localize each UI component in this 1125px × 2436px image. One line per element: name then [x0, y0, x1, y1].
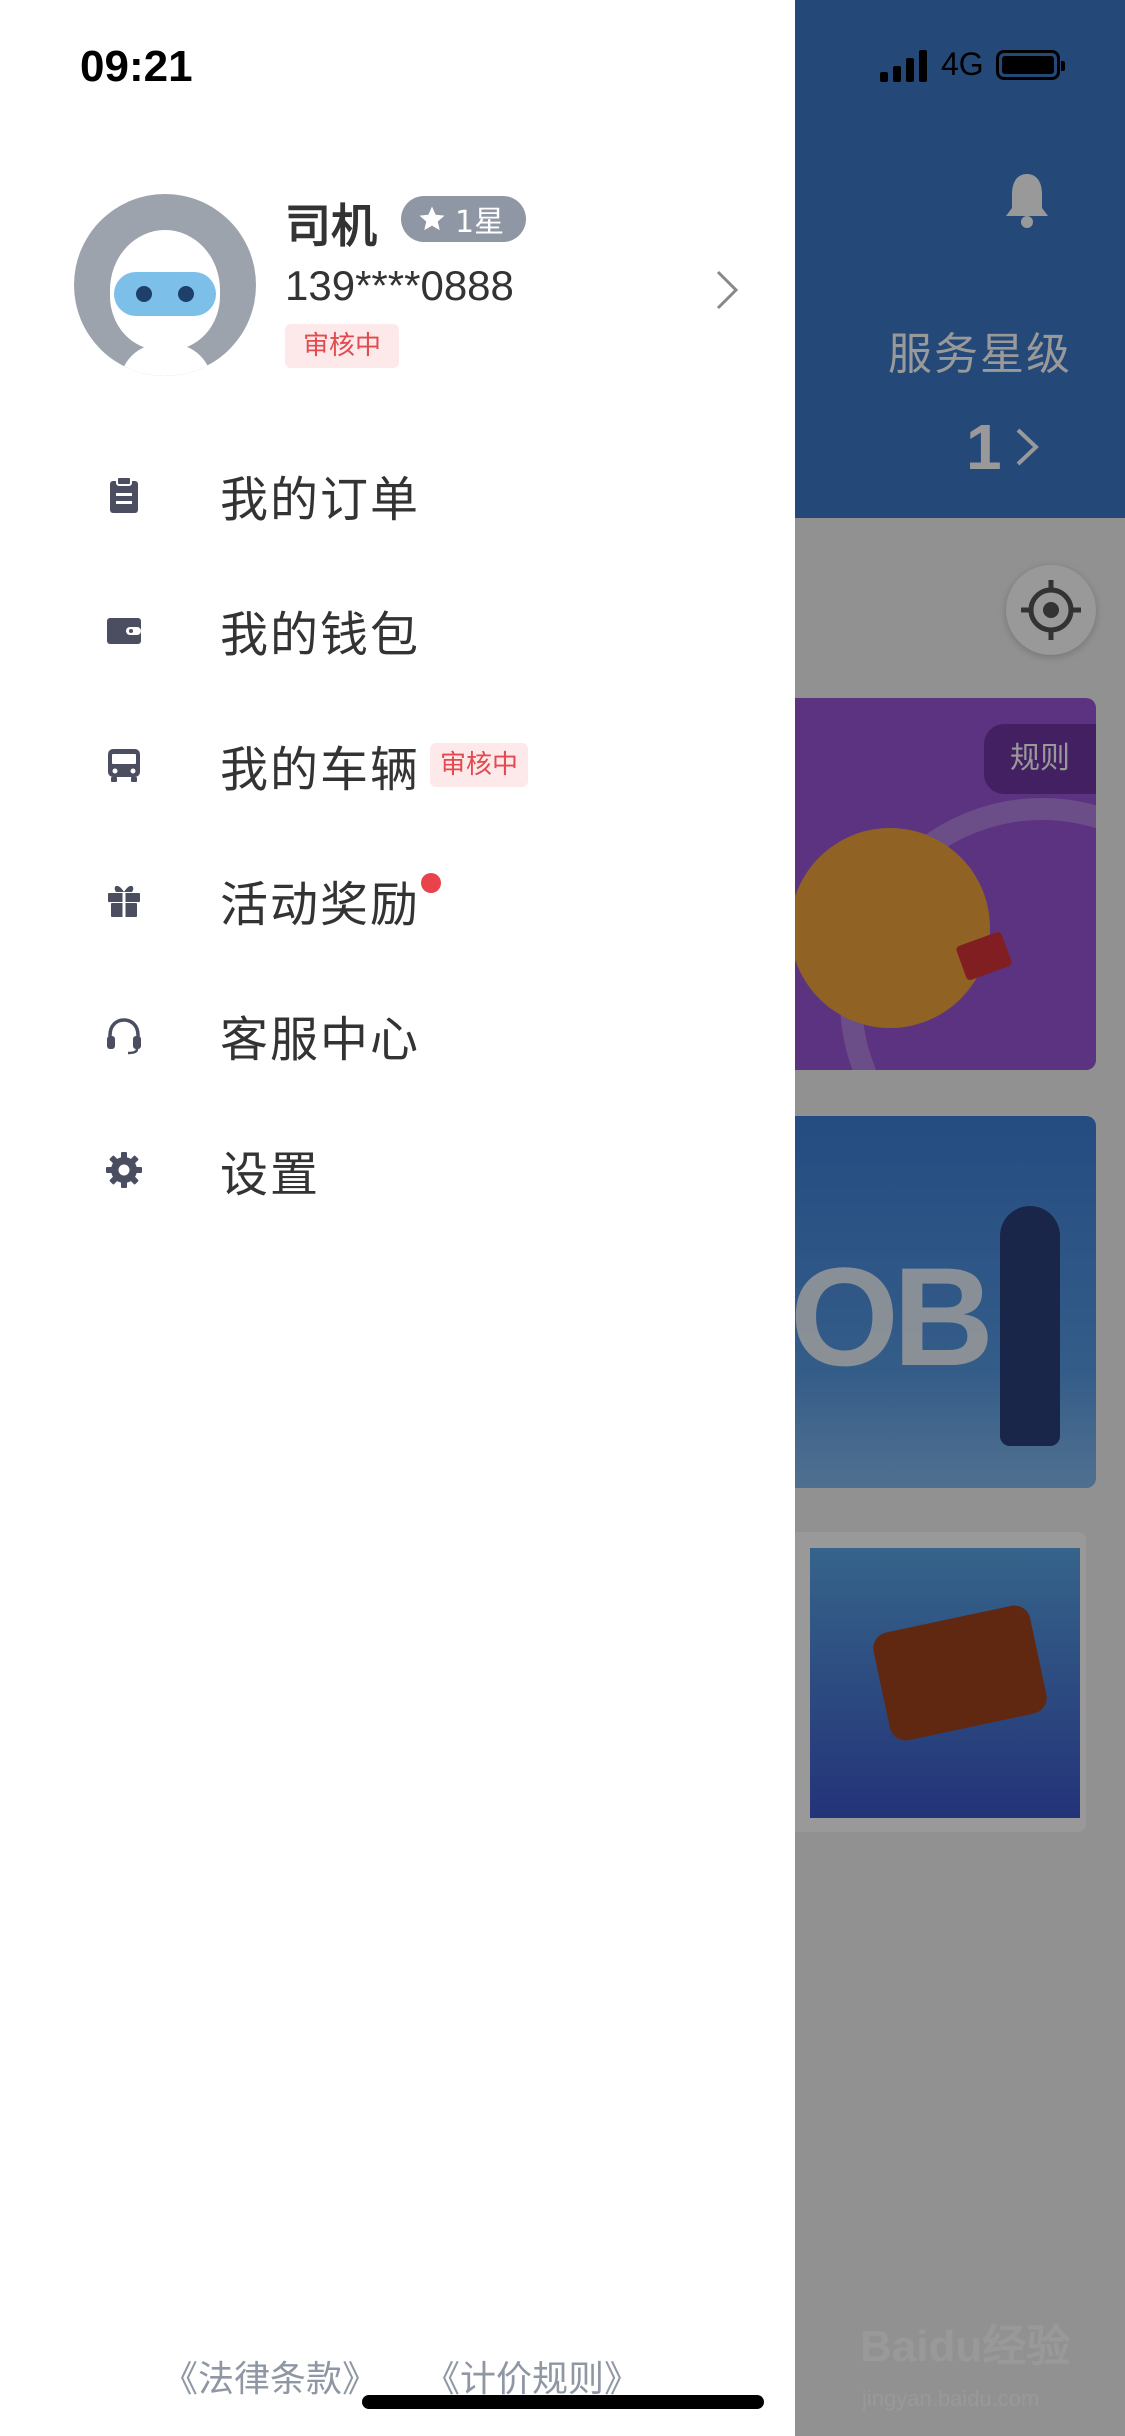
menu-item-label: 我的钱包 — [220, 607, 421, 663]
status-bar-time: 09:21 — [80, 42, 193, 91]
menu-item-label: 我的订单 — [220, 472, 421, 528]
star-icon — [419, 206, 445, 231]
gift-icon — [108, 885, 140, 917]
menu-item-label: 活动奖励 — [220, 877, 421, 933]
menu-item-vehicles[interactable]: 我的车辆 审核中 — [0, 710, 795, 820]
menu-item-rewards[interactable]: 活动奖励 — [0, 845, 795, 955]
legal-terms-link[interactable]: 《法律条款》 — [162, 2350, 378, 2402]
headset-icon — [107, 1018, 141, 1055]
bus-icon — [108, 749, 140, 782]
menu-item-customer-service[interactable]: 客服中心 — [0, 980, 795, 1090]
menu-item-orders[interactable]: 我的订单 — [0, 440, 795, 550]
status-bar-indicators: 4G — [880, 46, 1065, 83]
star-rating-text: 1星 — [455, 205, 505, 240]
review-status-badge: 审核中 — [285, 324, 400, 368]
network-type: 4G — [941, 46, 984, 82]
notification-dot — [421, 873, 441, 893]
review-status-badge: 审核中 — [430, 743, 529, 787]
menu-item-label: 客服中心 — [220, 1012, 421, 1068]
menu-item-label: 设置 — [220, 1147, 321, 1203]
signal-icon — [880, 48, 927, 82]
driver-name: 司机 — [285, 199, 377, 253]
phone-number: 139****0888 — [285, 262, 514, 309]
home-indicator[interactable] — [362, 2395, 764, 2409]
gear-icon — [106, 1152, 142, 1188]
menu-item-settings[interactable]: 设置 — [0, 1115, 795, 1225]
avatar[interactable] — [74, 194, 256, 376]
menu-item-wallet[interactable]: 我的钱包 — [0, 575, 795, 685]
clipboard-icon — [110, 476, 138, 513]
battery-icon — [995, 49, 1065, 80]
side-drawer: 司机 1星 139****0888 审核中 我的订单 我的钱包 我的车辆 审核中… — [0, 0, 795, 2436]
chevron-right-icon[interactable] — [714, 268, 740, 312]
star-rating-badge: 1星 — [401, 196, 527, 242]
wallet-icon — [107, 618, 141, 644]
menu-item-label: 我的车辆 — [220, 742, 421, 798]
